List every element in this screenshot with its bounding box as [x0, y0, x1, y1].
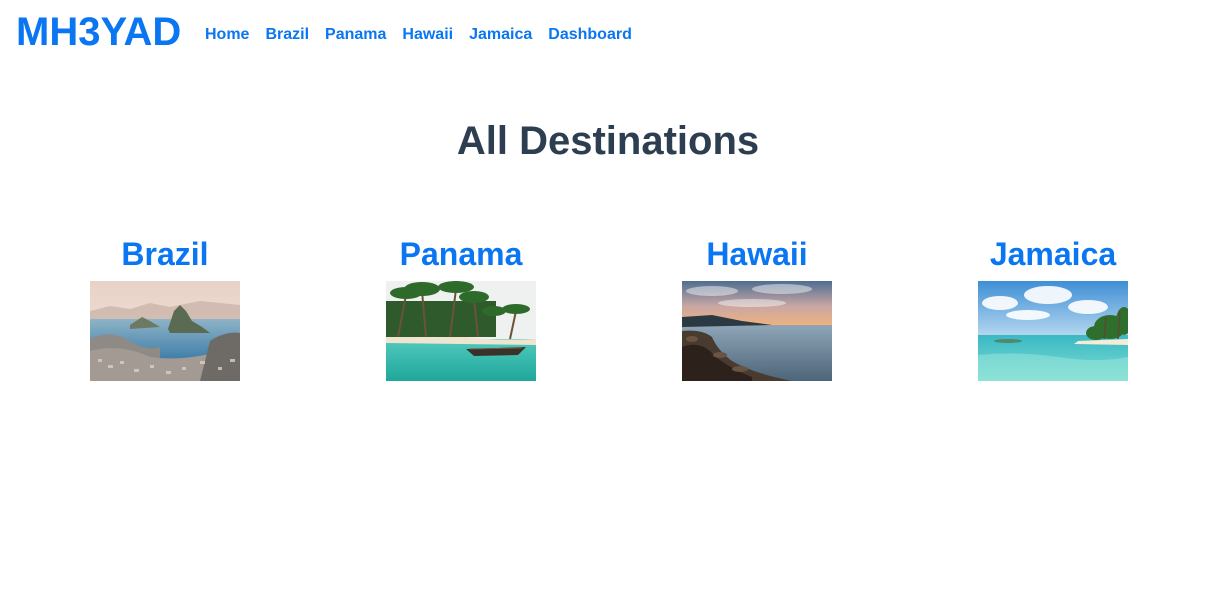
- destination-title-brazil[interactable]: Brazil: [17, 234, 313, 274]
- nav-link-brazil[interactable]: Brazil: [265, 25, 309, 45]
- destination-card-brazil: Brazil: [17, 234, 313, 381]
- nav-link-dashboard[interactable]: Dashboard: [548, 25, 632, 45]
- destination-title-hawaii[interactable]: Hawaii: [609, 234, 905, 274]
- brand-logo-link[interactable]: MH3YAD: [16, 9, 181, 55]
- nav-link-home[interactable]: Home: [205, 25, 249, 45]
- destination-image-hawaii[interactable]: [682, 281, 832, 381]
- destination-image-panama[interactable]: [386, 281, 536, 381]
- page-title: All Destinations: [456, 119, 760, 163]
- nav-link-panama[interactable]: Panama: [325, 25, 386, 45]
- nav-link-hawaii[interactable]: Hawaii: [402, 25, 453, 45]
- destination-card-panama: Panama: [313, 234, 609, 381]
- nav-link-jamaica[interactable]: Jamaica: [469, 25, 532, 45]
- destination-title-panama[interactable]: Panama: [313, 234, 609, 274]
- destination-image-brazil[interactable]: [90, 281, 240, 381]
- destination-image-jamaica[interactable]: [978, 281, 1128, 381]
- destination-card-hawaii: Hawaii: [609, 234, 905, 381]
- destination-title-jamaica[interactable]: Jamaica: [905, 234, 1201, 274]
- nav-links: Home Brazil Panama Hawaii Jamaica Dashbo…: [205, 25, 648, 45]
- destination-card-jamaica: Jamaica: [905, 234, 1201, 381]
- top-navbar: MH3YAD Home Brazil Panama Hawaii Jamaica…: [0, 0, 1212, 66]
